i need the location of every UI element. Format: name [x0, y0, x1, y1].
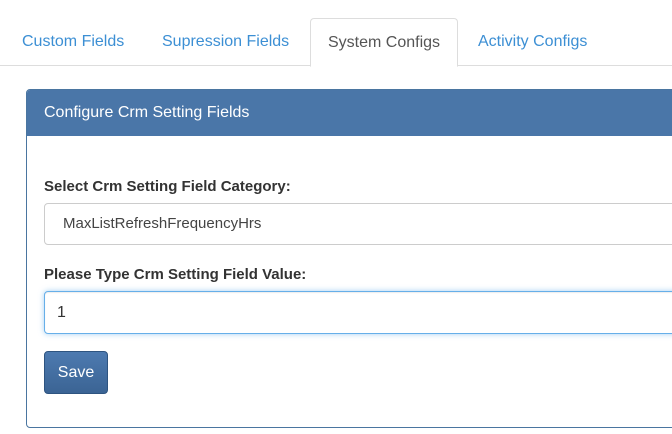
category-label: Select Crm Setting Field Category: — [44, 178, 291, 195]
panel-title: Configure Crm Setting Fields — [27, 90, 672, 136]
category-selected-value: MaxListRefreshFrequencyHrs — [63, 215, 262, 232]
setting-value-input[interactable] — [44, 291, 672, 334]
crm-setting-panel: Configure Crm Setting Fields Select Crm … — [26, 89, 672, 428]
value-label: Please Type Crm Setting Field Value: — [44, 266, 307, 283]
tab-supression-fields[interactable]: Supression Fields — [162, 18, 289, 66]
tab-system-configs[interactable]: System Configs — [310, 18, 459, 67]
config-tabs: Custom Fields Supression Fields System C… — [0, 18, 672, 67]
tab-activity-configs[interactable]: Activity Configs — [478, 18, 587, 66]
save-button[interactable]: Save — [44, 351, 108, 394]
tab-custom-fields[interactable]: Custom Fields — [22, 18, 124, 66]
page: Custom Fields Supression Fields System C… — [0, 0, 672, 434]
category-select[interactable]: MaxListRefreshFrequencyHrs — [44, 203, 672, 245]
